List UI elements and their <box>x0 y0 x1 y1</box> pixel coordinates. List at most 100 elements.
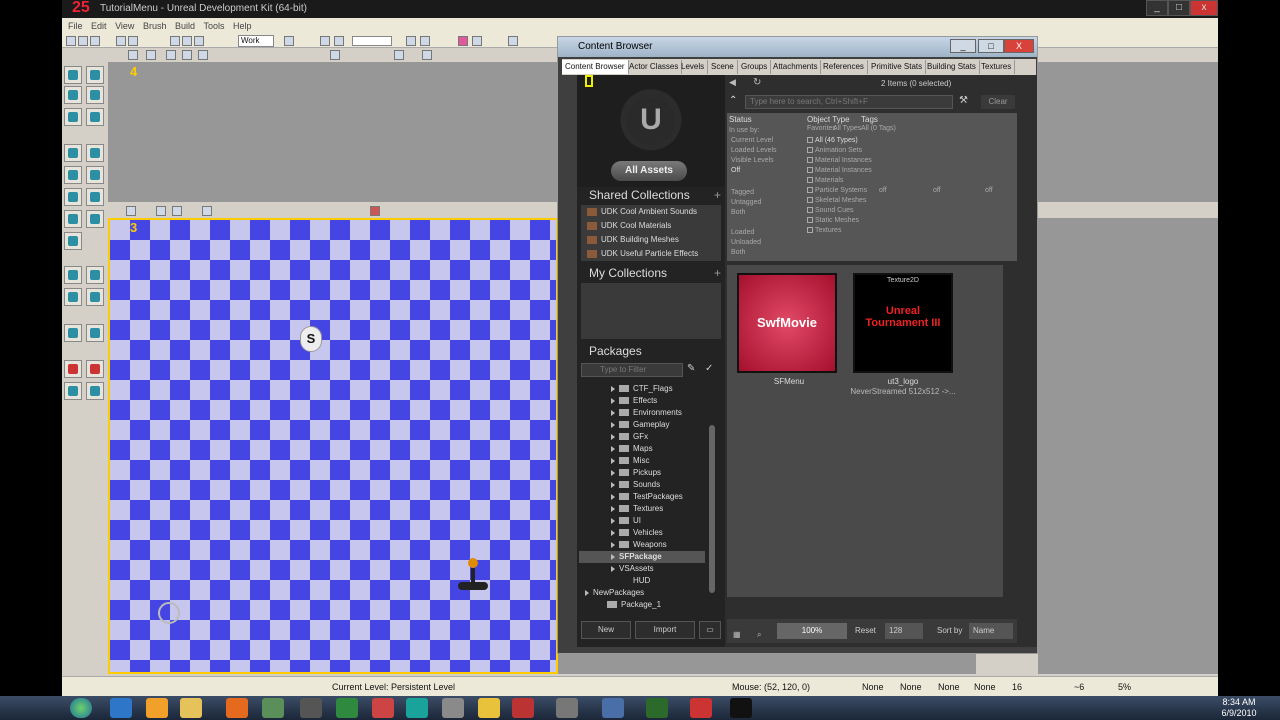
top-viewport[interactable]: 4 <box>108 62 558 202</box>
hide-selected-button[interactable] <box>86 360 104 378</box>
filter-untagged[interactable]: Untagged <box>731 199 761 206</box>
favorites-tab[interactable]: Favorites <box>807 125 836 132</box>
package-vehicles[interactable]: Vehicles <box>611 527 663 539</box>
package-package-1[interactable]: Package_1 <box>607 599 661 611</box>
package-effects[interactable]: Effects <box>611 395 657 407</box>
package-ui[interactable]: UI <box>611 515 641 527</box>
my-collections-header[interactable]: My Collections + <box>577 265 725 281</box>
collapse-filter-icon[interactable]: ⌃ <box>729 95 741 107</box>
add-collection-icon[interactable]: + <box>714 187 721 203</box>
lit-icon[interactable] <box>198 50 208 60</box>
mesh-paint-button[interactable] <box>64 108 82 126</box>
spiral-stair-button[interactable] <box>64 210 82 228</box>
realtime-icon[interactable] <box>330 50 340 60</box>
thumbnail-size-dropdown[interactable]: 128 <box>885 623 923 639</box>
geometry-mode-button[interactable] <box>86 66 104 84</box>
select-invert-button[interactable] <box>64 382 82 400</box>
type-materials[interactable]: Materials <box>807 177 843 184</box>
play-in-editor-icon[interactable] <box>458 36 468 46</box>
wireframe-icon[interactable] <box>166 50 176 60</box>
reset-zoom-button[interactable]: Reset <box>855 619 876 643</box>
tab-textures[interactable]: Textures <box>978 60 1016 74</box>
package-pickups[interactable]: Pickups <box>611 467 661 479</box>
csg-subtract-button[interactable] <box>86 266 104 284</box>
asset-search-input[interactable]: Type here to search, Ctrl+Shift+F <box>745 95 953 109</box>
close-button[interactable]: x <box>1190 0 1218 16</box>
cb-maximize-button[interactable]: □ <box>978 39 1004 53</box>
asset-thumbnail-ut3-logo[interactable]: Texture2D Unreal Tournament III <box>853 273 953 373</box>
list-item[interactable]: UDK Cool Materials <box>581 219 721 233</box>
linear-stair-button[interactable] <box>64 188 82 206</box>
build-lighting-icon[interactable] <box>420 36 430 46</box>
tab-primitive-stats[interactable]: Primitive Stats <box>868 60 927 74</box>
package-vsassets[interactable]: VSAssets <box>611 563 654 575</box>
media-player-icon[interactable] <box>146 698 168 718</box>
acrobat-icon[interactable] <box>372 698 394 718</box>
translate-icon[interactable] <box>182 36 192 46</box>
tab-attachments[interactable]: Attachments <box>770 60 822 74</box>
asset-thumbnail-sfmenu[interactable]: SwfMovie <box>737 273 837 373</box>
menu-help[interactable]: Help <box>233 21 252 31</box>
csg-deintersect-button[interactable] <box>86 288 104 306</box>
app-icon-2[interactable] <box>300 698 322 718</box>
refresh-icon[interactable]: ↻ <box>753 77 767 89</box>
all-assets-button[interactable]: All Assets <box>611 161 687 181</box>
zoom-icon[interactable]: ⌕ <box>757 623 773 639</box>
filter-off[interactable]: Off <box>731 167 740 174</box>
sphere-builder-button[interactable] <box>86 210 104 228</box>
packages-scrollbar[interactable] <box>709 425 715 593</box>
clock[interactable]: 8:34 AM 6/9/2010 <box>1204 697 1274 719</box>
save-icon[interactable] <box>90 36 100 46</box>
chrome-icon[interactable] <box>478 698 500 718</box>
csg-add-button[interactable] <box>64 266 82 284</box>
package-sounds[interactable]: Sounds <box>611 479 660 491</box>
type-sound-cues[interactable]: Sound Cues <box>807 207 854 214</box>
brush-clip-button[interactable] <box>86 108 104 126</box>
filter-loaded-levels[interactable]: Loaded Levels <box>731 147 777 154</box>
menu-view[interactable]: View <box>115 21 134 31</box>
mode-dropdown[interactable]: Work <box>238 35 274 47</box>
package-ctf-flags[interactable]: CTF_Flags <box>611 383 673 395</box>
firefox-icon[interactable] <box>226 698 248 718</box>
search-field[interactable] <box>352 36 392 46</box>
play-on-pc-icon[interactable] <box>472 36 482 46</box>
front-viewport[interactable] <box>1038 62 1218 202</box>
volumetric-builder-button[interactable] <box>64 232 82 250</box>
import-button[interactable]: Import <box>635 621 695 639</box>
sheet-builder-button[interactable] <box>86 188 104 206</box>
cylinder-builder-button[interactable] <box>64 166 82 184</box>
curved-stair-button[interactable] <box>86 166 104 184</box>
tab-levels[interactable]: Levels <box>678 60 709 74</box>
lit-icon[interactable] <box>202 206 212 216</box>
package-hud[interactable]: HUD <box>633 575 650 587</box>
open-map-icon[interactable] <box>78 36 88 46</box>
lock-icon[interactable] <box>394 50 404 60</box>
package-misc[interactable]: Misc <box>611 455 649 467</box>
package-weapons[interactable]: Weapons <box>611 539 667 551</box>
type-all[interactable]: All (46 Types) <box>807 137 858 144</box>
folder-icon[interactable]: ▭ <box>699 621 721 639</box>
type-animation-sets[interactable]: Animation Sets <box>807 147 862 154</box>
list-item[interactable]: UDK Building Meshes <box>581 233 721 247</box>
ie-icon[interactable] <box>110 698 132 718</box>
type-material-instances[interactable]: Material Instances <box>807 157 872 164</box>
filter-tagged[interactable]: Tagged <box>731 189 754 196</box>
close-viewport-icon[interactable] <box>422 50 432 60</box>
undo-icon[interactable] <box>116 36 126 46</box>
side-viewport[interactable] <box>1038 218 1218 674</box>
packages-header[interactable]: Packages <box>577 343 725 359</box>
viewport-maximize-icon[interactable] <box>126 206 136 216</box>
tab-groups[interactable]: Groups <box>738 60 772 74</box>
new-map-icon[interactable] <box>66 36 76 46</box>
redo-icon[interactable] <box>128 36 138 46</box>
grid-view-icon[interactable]: ▦ <box>733 623 753 639</box>
status-field-2[interactable]: None <box>900 677 922 697</box>
type-skeletal-meshes[interactable]: Skeletal Meshes <box>807 197 866 204</box>
app-icon-7[interactable] <box>602 698 624 718</box>
show-all-button[interactable] <box>86 382 104 400</box>
rotate-icon[interactable] <box>194 36 204 46</box>
filter-loaded[interactable]: Loaded <box>731 229 754 236</box>
filter-unloaded[interactable]: Unloaded <box>731 239 761 246</box>
console-icon[interactable] <box>508 36 518 46</box>
add-my-collection-icon[interactable]: + <box>714 265 721 281</box>
